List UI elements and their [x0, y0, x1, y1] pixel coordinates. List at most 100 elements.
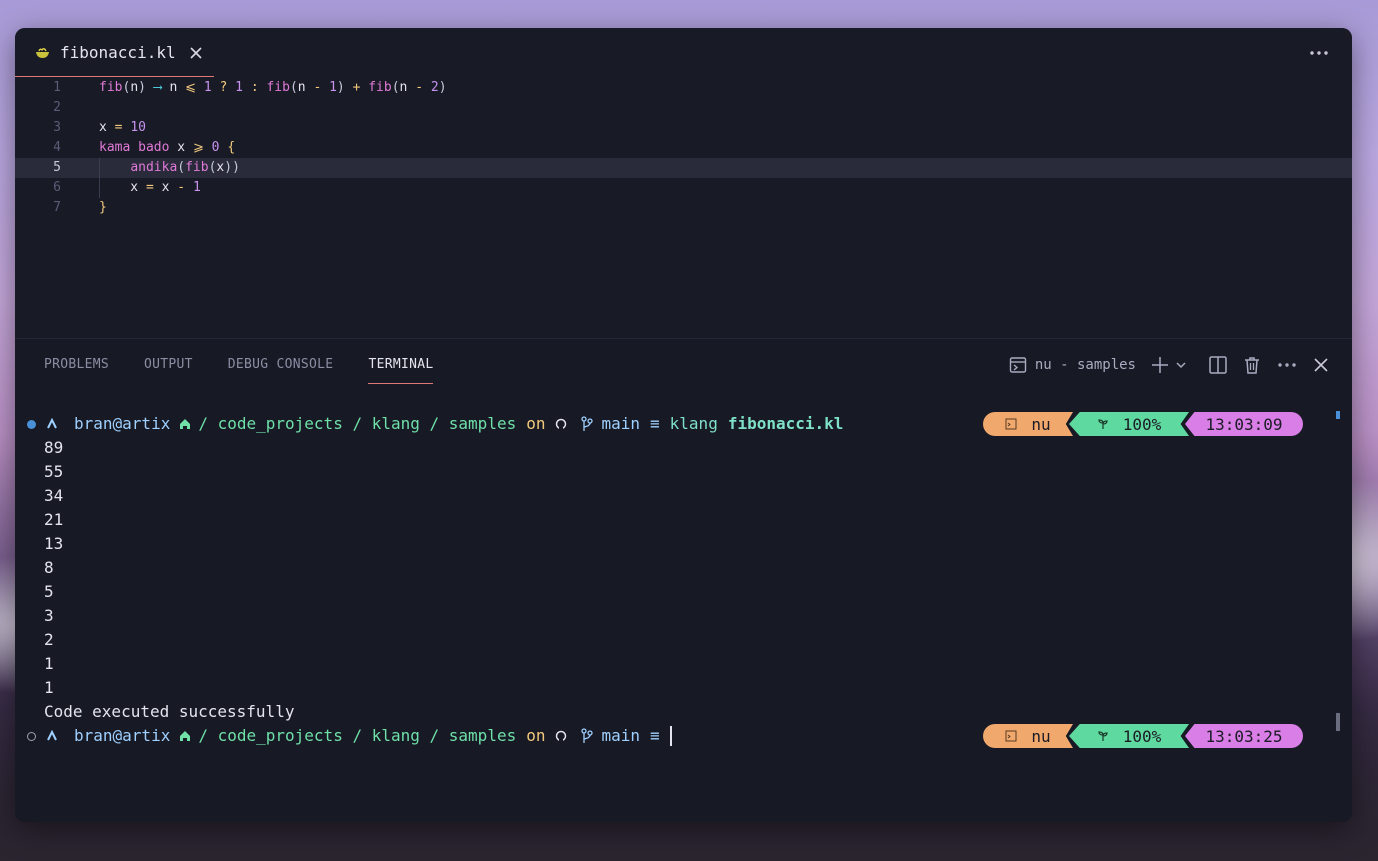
scroll-marker[interactable]: [1336, 411, 1340, 419]
code-line[interactable]: 1 fib(n) ⟶ n ⩽ 1 ? 1 : fib(n - 1) + fib(n…: [15, 78, 1352, 98]
tab-terminal[interactable]: TERMINAL: [368, 339, 434, 384]
code-token: ⟶: [153, 80, 162, 95]
battery-level: 100%: [1122, 726, 1162, 746]
prompt-on: on: [526, 726, 546, 745]
kill-terminal-button[interactable]: [1242, 355, 1262, 375]
code-token: ⩾: [192, 140, 204, 155]
trash-icon: [1245, 357, 1259, 374]
tab-debug-console[interactable]: DEBUG CONSOLE: [228, 339, 334, 373]
branch-icon: [581, 728, 594, 743]
output-line: 3: [44, 606, 54, 625]
branch-icon: [581, 416, 594, 431]
battery-segment: 100%: [1069, 724, 1189, 748]
shell-segment: nu: [983, 724, 1073, 748]
code-text: x = x - 1: [99, 178, 200, 198]
panel-actions: nu - samples: [995, 353, 1330, 377]
close-icon[interactable]: [189, 45, 203, 59]
time-segment: 13:03:25: [1185, 724, 1303, 748]
code-line[interactable]: 4 kama bado x ⩾ 0 {: [15, 138, 1352, 158]
command-status-dot[interactable]: [27, 731, 36, 741]
code-line[interactable]: 5 andika(fib(x)): [15, 158, 1352, 178]
terminal[interactable]: bran@artix / code_projects / klang / sam…: [15, 409, 1352, 822]
time-segment: 13:03:09: [1185, 412, 1303, 436]
code-token: }: [99, 200, 107, 215]
editor-window: fibonacci.kl 1 fib(n) ⟶ n ⩽ 1 ? 1 : fib(n…: [15, 28, 1352, 822]
terminal-icon: [1009, 357, 1027, 373]
tab-output[interactable]: OUTPUT: [144, 339, 193, 373]
output-line: 55: [44, 462, 64, 481]
code-token: n: [297, 80, 314, 95]
code-line[interactable]: 3 x = 10: [15, 118, 1352, 138]
code-token: andika: [130, 160, 178, 175]
code-token: ): [138, 80, 146, 95]
code-line[interactable]: 2: [15, 98, 1352, 118]
bowl-icon: [35, 45, 50, 60]
code-text: fib(n) ⟶ n ⩽ 1 ? 1 : fib(n - 1) + fib(n …: [99, 78, 447, 98]
code-token: kama bado: [99, 140, 170, 155]
terminal-icon: [1005, 730, 1017, 742]
code-token: x: [169, 140, 193, 155]
panel-tabs: PROBLEMS OUTPUT DEBUG CONSOLE TERMINAL: [44, 339, 468, 391]
command-status-dot[interactable]: [27, 419, 36, 429]
leaf-icon: [1098, 731, 1108, 741]
tab-label: fibonacci.kl: [60, 42, 176, 62]
code-token: (: [391, 80, 400, 95]
code-token: fib: [368, 80, 392, 95]
code-token: (: [177, 160, 186, 175]
line-number: 3: [53, 120, 61, 135]
prompt-user: bran@artix: [74, 414, 171, 433]
line-number: 7: [53, 200, 61, 215]
github-icon: [556, 730, 567, 742]
shell-name: nu: [1031, 726, 1051, 746]
close-icon: [1314, 358, 1328, 372]
new-terminal-button[interactable]: [1150, 355, 1188, 375]
plus-icon: [1152, 357, 1168, 373]
bottom-panel: PROBLEMS OUTPUT DEBUG CONSOLE TERMINAL nu -…: [15, 338, 1352, 822]
output-line: Code executed successfully: [44, 702, 295, 721]
tab-bar: fibonacci.kl: [15, 28, 1352, 78]
tab-fibonacci[interactable]: fibonacci.kl: [15, 28, 214, 77]
code-token: :: [250, 80, 259, 95]
close-panel-button[interactable]: [1312, 356, 1330, 374]
split-terminal-button[interactable]: [1208, 355, 1228, 375]
output-line: 1: [44, 654, 54, 673]
code-token: {: [227, 140, 236, 155]
code-token: fib: [185, 160, 209, 175]
code-token: 1: [329, 80, 337, 95]
tab-problems[interactable]: PROBLEMS: [44, 339, 109, 373]
prompt-arg: fibonacci.kl: [727, 414, 844, 433]
code-token: 1: [203, 80, 212, 95]
output-line: 13: [44, 534, 64, 553]
code-token: fib: [266, 80, 290, 95]
more-actions-icon[interactable]: [1308, 44, 1330, 62]
prompt-time: 13:03:25: [1205, 726, 1283, 746]
chevron-down-icon: [1176, 362, 1186, 369]
code-token: x: [99, 180, 146, 195]
github-icon: [556, 418, 567, 430]
code-token: n: [130, 80, 139, 95]
battery-level: 100%: [1122, 414, 1162, 434]
line-number: 6: [53, 180, 61, 195]
code-token: 1: [235, 80, 243, 95]
code-token: x: [153, 180, 178, 195]
code-line[interactable]: 6 x = x - 1: [15, 178, 1352, 198]
code-token: =: [145, 180, 154, 195]
caret-icon: [47, 730, 57, 741]
more-icon: [1278, 363, 1296, 367]
split-icon: [1209, 356, 1227, 374]
code-editor[interactable]: 1 fib(n) ⟶ n ⩽ 1 ? 1 : fib(n - 1) + fib(n…: [15, 78, 1352, 338]
scrollbar-thumb[interactable]: [1336, 713, 1340, 731]
prompt-time: 13:03:09: [1205, 414, 1283, 434]
panel-more-button[interactable]: [1276, 356, 1298, 374]
code-line[interactable]: 7}: [15, 198, 1352, 218]
code-token: ⩽: [185, 80, 197, 95]
terminal-selector[interactable]: nu - samples: [1009, 356, 1136, 374]
prompt-line-1: bran@artix / code_projects / klang / sam…: [27, 412, 843, 436]
